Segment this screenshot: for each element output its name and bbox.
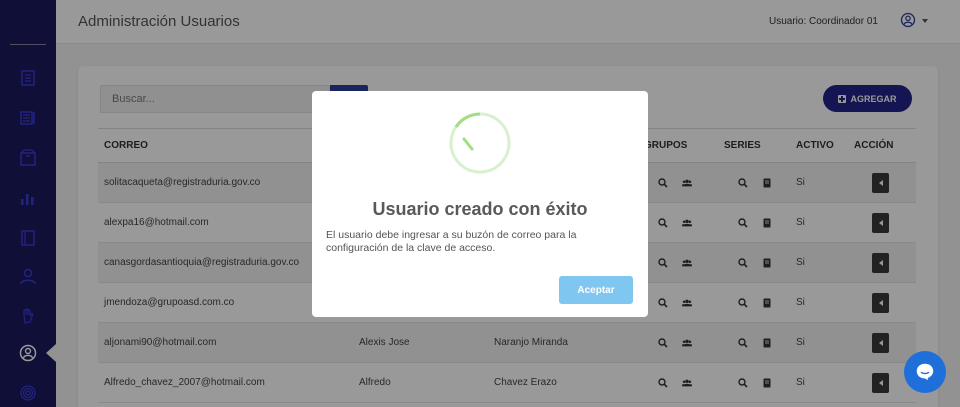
accept-button[interactable]: Aceptar	[559, 276, 633, 304]
success-dialog: Usuario creado con éxito El usuario debe…	[312, 91, 648, 317]
chat-button[interactable]	[904, 351, 946, 393]
chat-icon	[916, 363, 934, 381]
dialog-title: Usuario creado con éxito	[372, 199, 588, 219]
success-icon	[449, 112, 511, 174]
dialog-message: El usuario debe ingresar a su buzón de c…	[326, 229, 577, 254]
